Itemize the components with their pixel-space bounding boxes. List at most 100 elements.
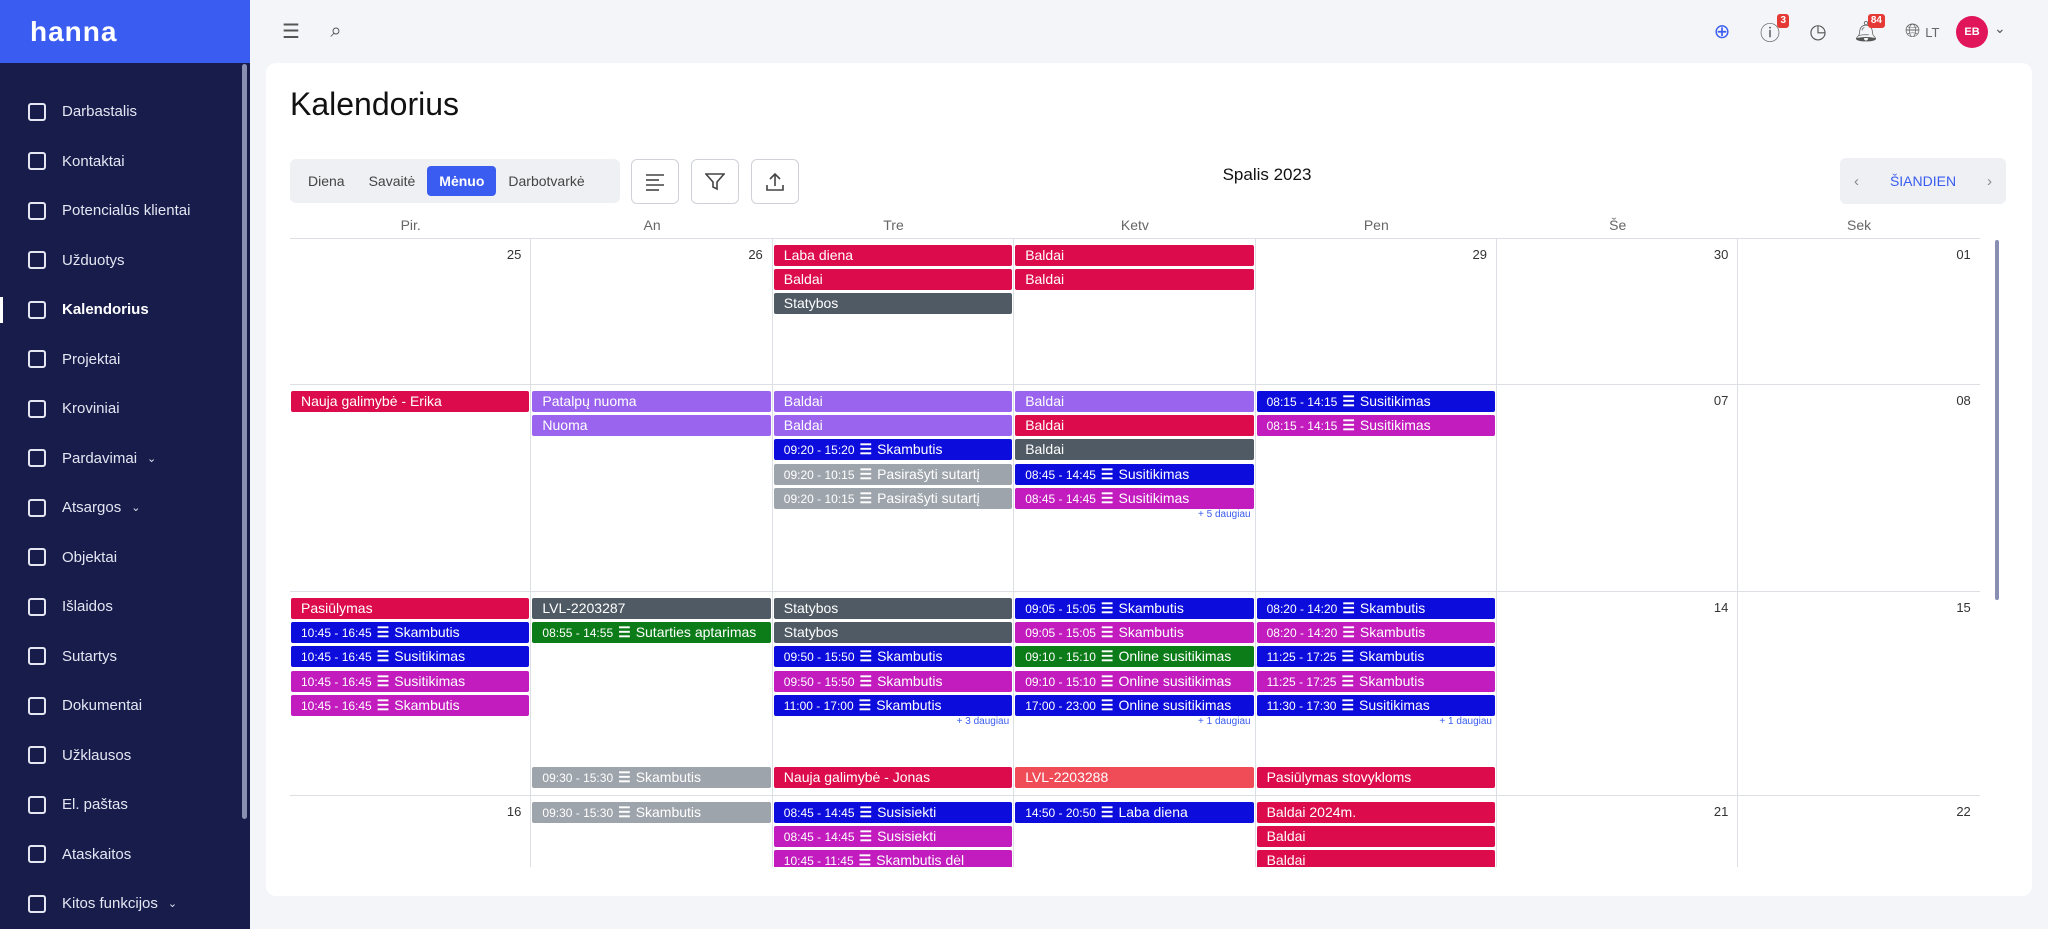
more-events-link[interactable]: + 3 daugiau (776, 716, 1010, 727)
calendar-event[interactable]: 14:50 - 20:50 ☰ Laba diena (1015, 802, 1254, 823)
calendar-event[interactable]: Baldai (773, 415, 1013, 437)
day-cell[interactable]: 21 (1497, 796, 1739, 867)
calendar-event[interactable]: Baldai (773, 391, 1013, 412)
info-icon[interactable]: ⓘ 3 (1759, 14, 1789, 45)
sidebar-item[interactable]: Kontaktai (0, 137, 250, 187)
filter-button[interactable] (691, 159, 739, 204)
calendar-event[interactable]: 11:00 - 17:00 ☰ Skambutis (773, 694, 1013, 716)
sidebar-item[interactable]: Darbastalis (0, 87, 250, 137)
tab-4[interactable]: Darbotvarkė (496, 166, 596, 196)
sidebar-item[interactable]: Užklausos (0, 731, 250, 781)
menu-icon[interactable]: ☰ (280, 20, 302, 43)
calendar-event[interactable]: Pasiūlymas stovykloms (1256, 767, 1495, 789)
more-events-link[interactable]: + 1 daugiau (1259, 716, 1492, 727)
language-selector[interactable]: 🌐︎ LT (1905, 21, 1939, 43)
avatar[interactable]: EB (1956, 16, 1988, 48)
sidebar-item[interactable]: Dokumentai (0, 681, 250, 731)
sidebar-item[interactable]: Atsargos ⌄ (0, 483, 250, 533)
calendar-event[interactable]: Patalpų nuoma (532, 391, 771, 412)
calendar-event[interactable]: 11:30 - 17:30 ☰ Susitikimas (1256, 694, 1495, 716)
chevron-left-icon[interactable]: ‹ (1854, 173, 1859, 190)
day-cell[interactable]: 08 (1738, 385, 1979, 592)
calendar-event[interactable]: 08:45 - 14:45 ☰ Susisiekti (773, 802, 1013, 823)
calendar-event[interactable]: 11:25 - 17:25 ☰ Skambutis (1256, 646, 1495, 668)
calendar-event[interactable]: 10:45 - 16:45 ☰ Susitikimas (291, 646, 530, 668)
export-button[interactable] (751, 159, 799, 204)
calendar-event[interactable]: 08:55 - 14:55 ☰ Sutarties aptarimas (532, 622, 771, 644)
calendar-event[interactable]: Statybos (773, 293, 1013, 315)
day-cell[interactable]: 07 (1497, 385, 1739, 592)
more-events-link[interactable]: + 5 daugiau (1017, 509, 1251, 520)
calendar-event[interactable]: Statybos (773, 598, 1013, 619)
sidebar-item[interactable]: El. paštas (0, 780, 250, 830)
sidebar-item[interactable]: Projektai (0, 335, 250, 385)
add-icon[interactable]: ⊕ (1711, 20, 1733, 43)
sidebar-item[interactable]: Objektai (0, 533, 250, 583)
sidebar-item[interactable]: Ataskaitos (0, 830, 250, 880)
calendar-event[interactable]: 09:30 - 15:30 ☰ Skambutis (532, 767, 771, 789)
calendar-event[interactable]: Baldai (1256, 850, 1495, 867)
calendar-event[interactable]: 08:15 - 14:15 ☰ Susitikimas (1256, 391, 1495, 412)
sidebar-item[interactable]: Kroviniai (0, 384, 250, 434)
sidebar-item[interactable]: Pardavimai ⌄ (0, 434, 250, 484)
calendar-event[interactable]: Baldai (1015, 439, 1254, 461)
calendar-event[interactable]: 09:30 - 15:30 ☰ Skambutis (532, 802, 771, 823)
calendar-event[interactable]: Baldai (1015, 269, 1254, 291)
tab-2[interactable]: Savaitė (357, 166, 428, 196)
calendar-event[interactable]: 09:10 - 15:10 ☰ Online susitikimas (1015, 646, 1254, 668)
calendar-event[interactable]: 09:05 - 15:05 ☰ Skambutis (1015, 598, 1254, 619)
day-cell[interactable]: 16 (290, 796, 532, 867)
calendar-event[interactable]: 10:45 - 16:45 ☰ Skambutis (291, 694, 530, 716)
calendar-event[interactable]: 09:20 - 10:15 ☰ Pasirašyti sutartį (773, 487, 1013, 509)
calendar-event[interactable]: 17:00 - 23:00 ☰ Online susitikimas (1015, 694, 1254, 716)
sidebar-item[interactable]: Kitos funkcijos ⌄ (0, 879, 250, 929)
day-cell[interactable]: 29 (1256, 239, 1497, 385)
calendar-event[interactable]: LVL-2203288 (1015, 767, 1254, 789)
calendar-event[interactable]: Baldai (1256, 826, 1495, 848)
calendar-event[interactable]: Baldai (1015, 415, 1254, 437)
day-cell[interactable]: 26 (531, 239, 773, 385)
calendar-event[interactable]: 08:45 - 14:45 ☰ Susisiekti (773, 826, 1013, 848)
calendar-event[interactable]: Baldai (773, 269, 1013, 291)
calendar-event[interactable]: 09:20 - 15:20 ☰ Skambutis (773, 439, 1013, 461)
calendar-event[interactable]: Nauja galimybė - Erika (291, 391, 530, 412)
sidebar-scrollbar[interactable] (242, 64, 247, 819)
today-button[interactable]: ŠIANDIEN (1890, 173, 1956, 189)
day-cell[interactable]: 14 (1497, 592, 1739, 796)
day-cell[interactable] (290, 385, 532, 592)
tab-3[interactable]: Mėnuo (427, 166, 497, 196)
calendar-event[interactable]: 09:20 - 10:15 ☰ Pasirašyti sutartį (773, 463, 1013, 485)
sidebar-item[interactable]: Sutartys (0, 632, 250, 682)
calendar-event[interactable]: 09:50 - 15:50 ☰ Skambutis (773, 646, 1013, 668)
list-view-button[interactable] (631, 159, 679, 204)
calendar-event[interactable]: Pasiūlymas (291, 598, 530, 619)
day-cell[interactable]: 01 (1738, 239, 1979, 385)
calendar-event[interactable]: 10:45 - 11:45 ☰ Skambutis dėl (773, 850, 1013, 867)
calendar-event[interactable]: 09:10 - 15:10 ☰ Online susitikimas (1015, 670, 1254, 692)
calendar-event[interactable]: LVL-2203287 (532, 598, 771, 619)
calendar-event[interactable]: Baldai 2024m. (1256, 802, 1495, 823)
chevron-right-icon[interactable]: › (1987, 173, 1992, 190)
sidebar-item[interactable]: Potencialūs klientai (0, 186, 250, 236)
calendar-event[interactable]: 10:45 - 16:45 ☰ Susitikimas (291, 670, 530, 692)
calendar-event[interactable]: Nauja galimybė - Jonas (773, 767, 1013, 789)
calendar-event[interactable]: 10:45 - 16:45 ☰ Skambutis (291, 622, 530, 644)
sidebar-item[interactable]: Kalendorius (0, 285, 250, 335)
more-events-link[interactable]: + 1 daugiau (1017, 716, 1251, 727)
calendar-event[interactable]: Baldai (1015, 391, 1254, 412)
day-cell[interactable]: 22 (1738, 796, 1979, 867)
search-icon[interactable]: ⌕ (325, 20, 347, 42)
calendar-event[interactable]: Nuoma (532, 415, 771, 437)
tab-1[interactable]: Diena (296, 166, 357, 196)
calendar-event[interactable]: 08:45 - 14:45 ☰ Susitikimas (1015, 463, 1254, 485)
calendar-event[interactable]: Baldai (1015, 245, 1254, 266)
day-cell[interactable]: 15 (1738, 592, 1979, 796)
day-cell[interactable]: 30 (1497, 239, 1739, 385)
sidebar-item[interactable]: Užduotys (0, 236, 250, 286)
sidebar-item[interactable]: Išlaidos (0, 582, 250, 632)
calendar-event[interactable]: 09:50 - 15:50 ☰ Skambutis (773, 670, 1013, 692)
calendar-event[interactable]: 08:45 - 14:45 ☰ Susitikimas (1015, 487, 1254, 509)
clock-icon[interactable]: ◷ (1807, 20, 1829, 43)
calendar-event[interactable]: 08:20 - 14:20 ☰ Skambutis (1256, 598, 1495, 619)
calendar-event[interactable]: Statybos (773, 622, 1013, 644)
